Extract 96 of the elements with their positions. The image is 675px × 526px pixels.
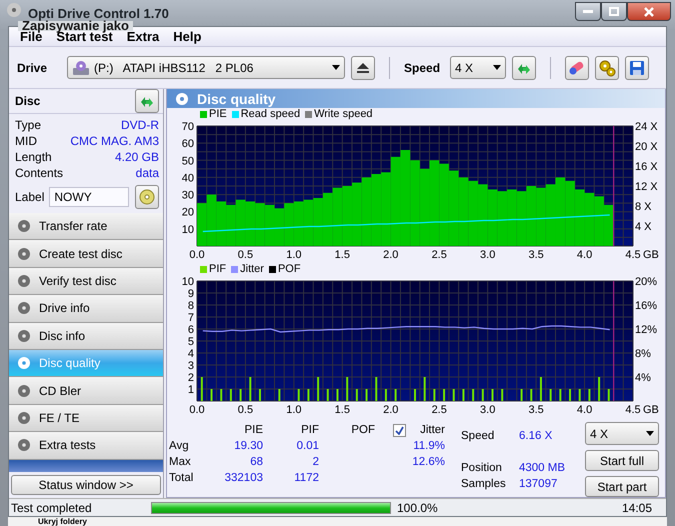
info-value: data xyxy=(136,166,159,181)
y-tick-label: 10 xyxy=(182,276,194,288)
y-tick-label: 10 xyxy=(182,224,194,236)
y-tick-label: 6 xyxy=(188,324,194,336)
x-tick-label: 1.0 xyxy=(286,249,302,260)
legend-label: Jitter xyxy=(240,263,264,275)
x-axis-label: GB xyxy=(643,404,659,415)
drive-label: Drive xyxy=(17,60,48,74)
stat-value: 1172 xyxy=(293,472,319,484)
status-time: 14:05 xyxy=(622,500,653,514)
x-tick-label: 4.5 xyxy=(625,249,641,260)
x-tick-label: 2.0 xyxy=(383,404,398,415)
background-window-title: Zapisywanie jako xyxy=(18,21,133,31)
y2-tick-label: 4% xyxy=(635,372,651,384)
x-tick-label: 3.0 xyxy=(480,404,496,415)
section-title: Disc xyxy=(15,94,40,108)
stat-value: 12.6% xyxy=(411,456,445,468)
progress-percent: 100.0% xyxy=(397,500,439,514)
stat-value: 0.01 xyxy=(296,440,319,452)
y-tick-label: 8 xyxy=(188,300,194,312)
legend-label: PIF xyxy=(209,263,226,275)
legend-label: PIE xyxy=(209,108,227,120)
x-tick-label: 0.0 xyxy=(189,249,205,260)
y-tick-label: 30 xyxy=(182,190,194,202)
window-title: Opti Drive Control 1.70 xyxy=(28,6,169,21)
x-tick-label: 3.0 xyxy=(480,249,496,260)
info-value: 137097 xyxy=(519,478,558,490)
info-label: Contents xyxy=(15,166,64,181)
column-header: PIF xyxy=(300,424,319,436)
info-label: MID xyxy=(15,134,37,149)
row-label: Avg xyxy=(169,440,190,452)
info-label: Length xyxy=(15,150,52,165)
legend-label: Read speed xyxy=(240,108,300,120)
x-tick-label: 1.5 xyxy=(334,249,350,260)
y-tick-label: 3 xyxy=(188,360,194,372)
x-tick-label: 3.5 xyxy=(528,404,544,415)
x-tick-label: 1.0 xyxy=(286,404,302,415)
stat-value: 2 xyxy=(312,456,319,468)
y2-tick-label: 20% xyxy=(635,276,658,288)
info-value: 4.20 GB xyxy=(114,150,159,165)
speed-label: Speed xyxy=(404,60,440,74)
legend-label: Write speed xyxy=(314,108,373,120)
x-tick-label: 3.5 xyxy=(528,249,544,260)
info-label: Type xyxy=(15,118,42,133)
y2-tick-label: 16 X xyxy=(635,161,658,173)
stat-value: 68 xyxy=(249,456,263,468)
stat-value: 19.30 xyxy=(233,440,263,452)
info-label: Position xyxy=(461,462,503,474)
y2-tick-label: 8% xyxy=(635,348,651,360)
x-tick-label: 0.5 xyxy=(238,249,254,260)
y-tick-label: 9 xyxy=(188,288,194,300)
x-tick-label: 2.5 xyxy=(432,249,447,260)
y-tick-label: 5 xyxy=(188,336,194,348)
info-label: Label xyxy=(15,190,44,204)
info-value: 6.16 X xyxy=(519,430,554,442)
y-tick-label: 20 xyxy=(182,206,194,219)
y-tick-label: 50 xyxy=(182,155,194,168)
y-tick-label: 40 xyxy=(182,172,194,184)
row-label: Max xyxy=(169,456,192,468)
y-tick-label: 70 xyxy=(182,121,194,133)
stat-value: 11.9% xyxy=(412,440,445,452)
x-tick-label: 2.5 xyxy=(432,404,447,415)
x-tick-label: 0.5 xyxy=(238,404,254,415)
y2-tick-label: 16% xyxy=(635,300,658,312)
y-tick-label: 4 xyxy=(188,348,194,360)
row-label: Total xyxy=(169,472,194,484)
y2-tick-label: 24 X xyxy=(635,121,658,133)
background-window-text: Ukryj foldery xyxy=(38,517,87,526)
column-header: Jitter xyxy=(420,424,445,436)
info-value: DVD-R xyxy=(121,118,159,133)
panel-title: Disc quality xyxy=(197,90,276,106)
stat-value: 332103 xyxy=(224,472,263,484)
y-tick-label: 1 xyxy=(188,384,194,396)
x-tick-label: 1.5 xyxy=(334,404,350,415)
y-tick-label: 60 xyxy=(182,138,194,150)
x-tick-label: 4.5 xyxy=(625,404,641,415)
info-value: 4300 MB xyxy=(519,462,566,474)
info-label: Speed xyxy=(461,430,496,442)
y2-tick-label: 12 X xyxy=(635,181,658,193)
y-tick-label: 7 xyxy=(188,312,194,324)
x-axis-label: GB xyxy=(643,249,659,260)
y2-tick-label: 8 X xyxy=(635,201,652,213)
y2-tick-label: 4 X xyxy=(635,221,652,233)
status-text: Test completed xyxy=(10,500,93,514)
column-header: PIE xyxy=(243,424,263,436)
x-tick-label: 4.0 xyxy=(576,249,592,260)
column-header: POF xyxy=(350,424,375,436)
y2-tick-label: 20 X xyxy=(635,141,658,153)
info-value: CMC MAG. AM3 xyxy=(70,134,159,149)
x-tick-label: 2.0 xyxy=(383,249,398,260)
x-tick-label: 0.0 xyxy=(189,404,205,415)
legend-label: POF xyxy=(278,263,301,275)
y2-tick-label: 12% xyxy=(635,324,658,336)
y-tick-label: 2 xyxy=(188,372,194,384)
x-tick-label: 4.0 xyxy=(576,404,592,415)
info-label: Samples xyxy=(461,478,507,490)
